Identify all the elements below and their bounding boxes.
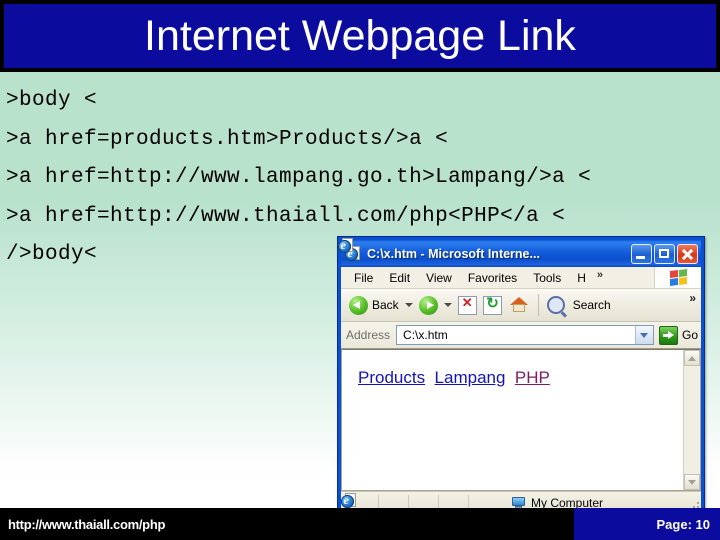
browser-title-bar[interactable]: C:\x.htm - Microsoft Interne... — [341, 240, 701, 267]
code-line: >a href=http://www.lampang.go.th>Lampang… — [6, 166, 592, 189]
menu-item-favorites[interactable]: Favorites — [461, 271, 526, 285]
go-button-label: Go — [681, 328, 698, 342]
browser-window: C:\x.htm - Microsoft Interne... File Edi… — [337, 236, 705, 518]
address-bar: Address C:\x.htm Go — [338, 238, 701, 349]
stop-icon[interactable] — [457, 295, 477, 315]
page-title: Internet Webpage Link — [144, 11, 576, 60]
menu-item-file[interactable]: File — [347, 271, 382, 285]
forward-arrow-icon — [418, 295, 438, 315]
scroll-down-icon[interactable] — [684, 474, 700, 490]
address-value: C:\x.htm — [403, 328, 448, 342]
browser-menu-bar: File Edit View Favorites Tools H » — [341, 267, 701, 289]
home-icon[interactable] — [509, 296, 529, 314]
chevron-down-icon — [640, 332, 649, 338]
footer-page-number: Page: 10 — [656, 516, 710, 532]
browser-title-text: C:\x.htm - Microsoft Interne... — [367, 246, 540, 261]
close-icon[interactable] — [677, 243, 698, 264]
address-dropdown-button[interactable] — [634, 326, 653, 344]
link-php[interactable]: PHP — [515, 368, 550, 387]
link-lampang[interactable]: Lampang — [435, 368, 506, 387]
footer-url: http://www.thaiall.com/php — [8, 516, 166, 532]
code-line: >a href=http://www.thaiall.com/php<PHP</… — [6, 204, 566, 228]
toolbar-separator — [537, 294, 539, 316]
back-dropdown-caret-icon[interactable] — [404, 303, 413, 307]
browser-viewport: Products Lampang PHP — [341, 349, 701, 491]
vertical-scrollbar[interactable] — [683, 350, 700, 490]
menu-item-view[interactable]: View — [419, 271, 461, 285]
go-button[interactable]: Go — [658, 325, 698, 345]
forward-dropdown-caret-icon[interactable] — [443, 303, 452, 307]
slide-footer: http://www.thaiall.com/php Page: 10 — [0, 508, 720, 540]
slide-title-bar: Internet Webpage Link — [0, 0, 720, 72]
menu-item-tools[interactable]: Tools — [526, 271, 570, 285]
minimize-button[interactable] — [631, 243, 652, 264]
link-products[interactable]: Products — [358, 368, 425, 387]
address-label: Address — [346, 328, 391, 342]
back-button[interactable]: Back — [346, 291, 416, 319]
window-buttons — [631, 243, 699, 264]
footer-url-bar: http://www.thaiall.com/php — [0, 508, 574, 540]
maximize-button[interactable] — [654, 243, 675, 264]
forward-button[interactable] — [416, 291, 455, 319]
toolbar-overflow-chevron-icon[interactable]: » — [689, 291, 696, 305]
refresh-icon[interactable] — [482, 294, 502, 315]
back-button-label: Back — [372, 298, 399, 312]
browser-toolbar: Back Search » — [341, 289, 701, 322]
menu-item-help[interactable]: H — [570, 271, 595, 285]
browser-window-inner: C:\x.htm - Microsoft Interne... File Edi… — [338, 238, 701, 514]
slide: Internet Webpage Link >body < >a href=pr… — [0, 0, 720, 540]
windows-flag-logo — [654, 267, 701, 288]
menu-item-edit[interactable]: Edit — [382, 271, 419, 285]
code-line: >a href=products.htm>Products/>a < — [6, 127, 449, 151]
back-arrow-icon — [349, 295, 368, 315]
go-arrow-icon — [658, 325, 678, 345]
menu-overflow-chevron-icon[interactable]: » — [597, 269, 603, 281]
search-button-label: Search — [572, 298, 611, 312]
scroll-up-icon[interactable] — [684, 350, 700, 366]
search-icon — [546, 296, 565, 314]
search-button[interactable]: Search — [544, 291, 614, 319]
footer-page-bar: Page: 10 — [574, 508, 720, 540]
address-input[interactable]: C:\x.htm — [338, 238, 654, 345]
page-content: Products Lampang PHP — [342, 350, 683, 490]
code-line: >body < — [6, 89, 98, 112]
